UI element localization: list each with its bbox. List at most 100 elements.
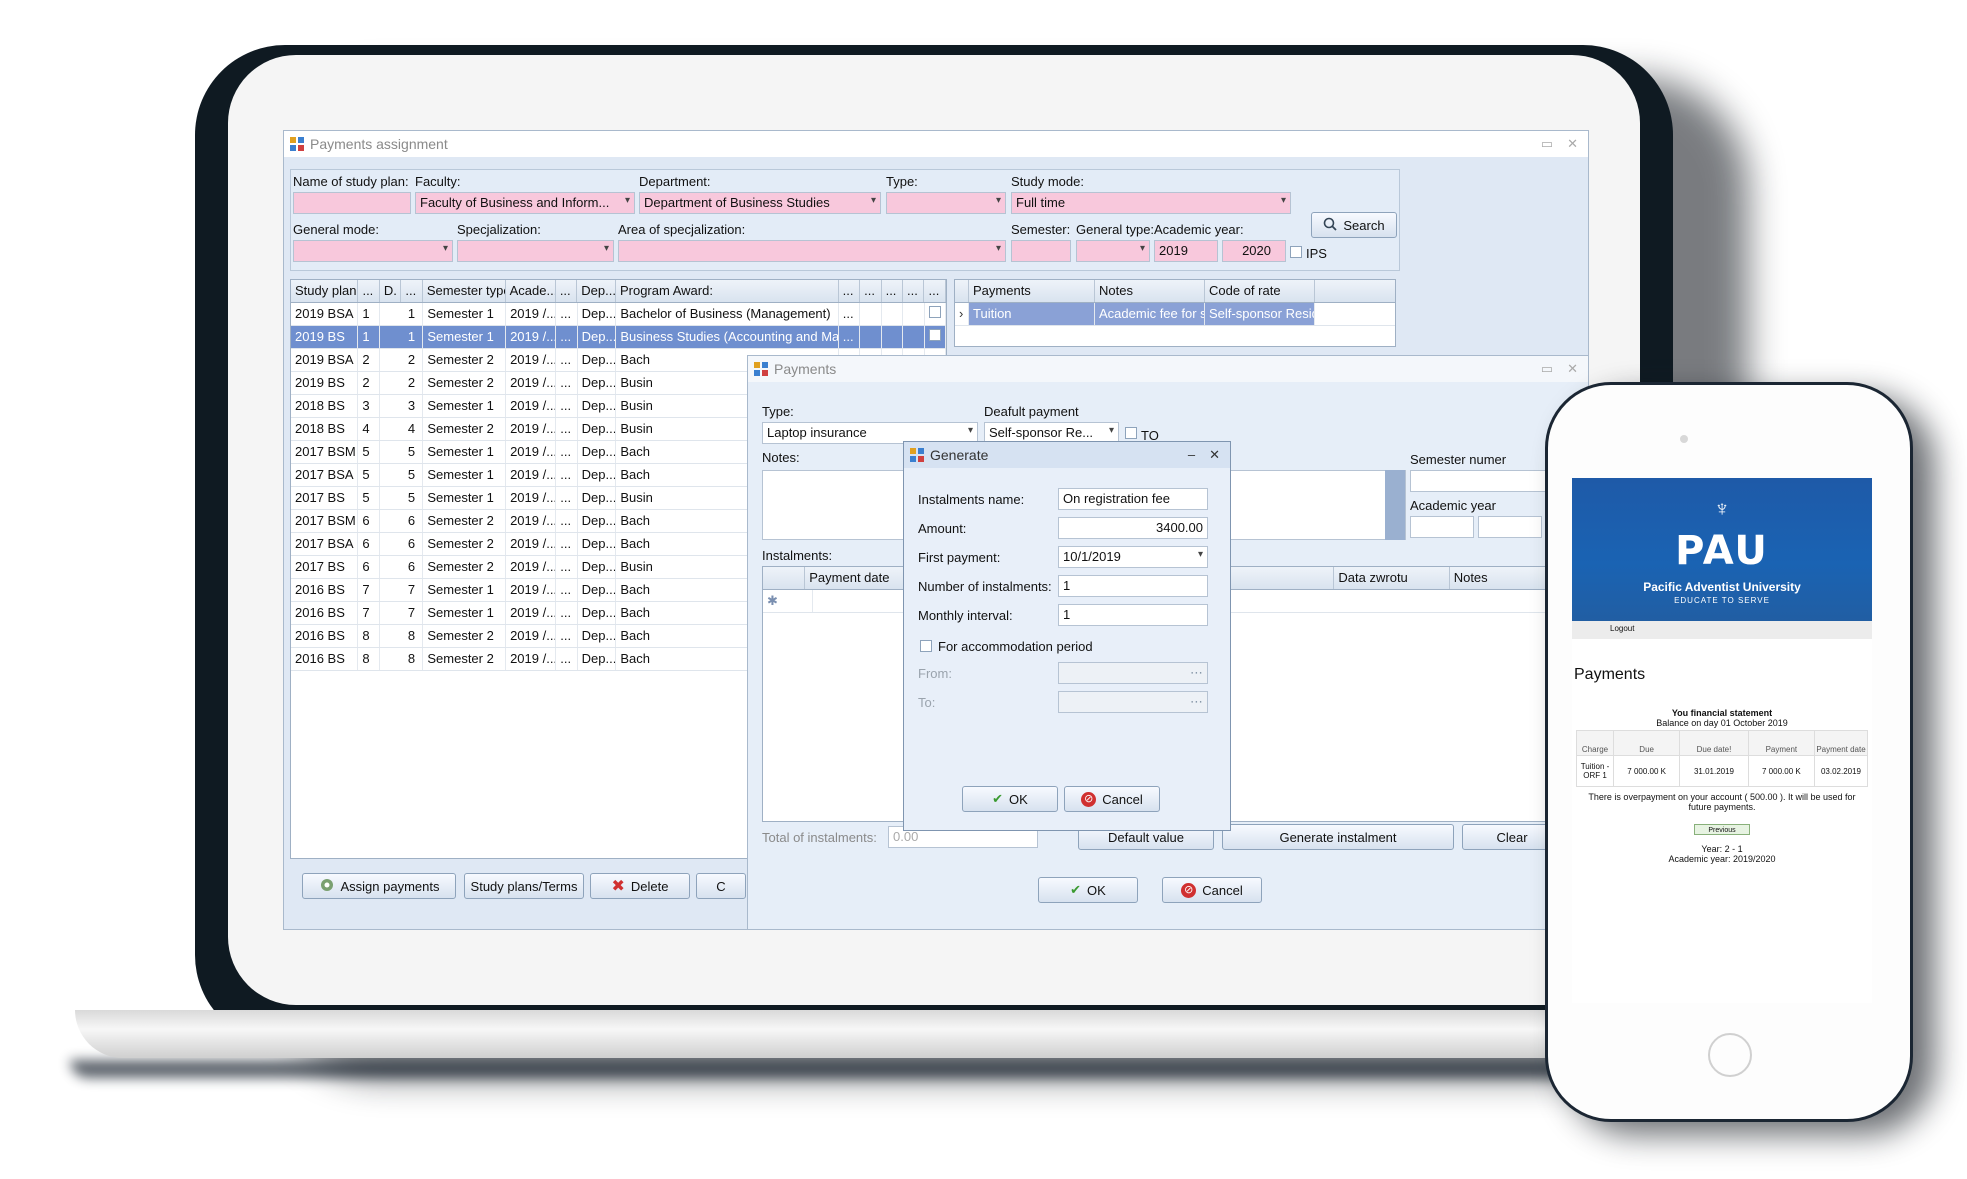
extra-button[interactable]: C <box>696 873 746 899</box>
column-header[interactable]: Study plan <box>291 280 359 302</box>
study-mode-select[interactable]: Full time <box>1011 192 1291 214</box>
table-cell: ... <box>839 303 861 325</box>
column-header[interactable]: ... <box>860 280 882 302</box>
semester-input[interactable] <box>1011 240 1071 262</box>
table-cell: Dep... <box>578 533 617 555</box>
type-select[interactable] <box>886 192 1006 214</box>
ok-button[interactable]: ✔ OK <box>1038 877 1138 903</box>
table-cell: 5 <box>380 487 424 509</box>
table-cell: 2019 /... <box>506 418 557 440</box>
close-icon[interactable]: ✕ <box>1209 447 1220 463</box>
generate-instalment-button[interactable]: Generate instalment <box>1222 824 1454 850</box>
study-plan-input[interactable] <box>293 192 411 214</box>
due-cell: 7 000.00 K <box>1612 755 1681 787</box>
table-cell: 2 <box>358 372 380 394</box>
general-type-select[interactable] <box>1076 240 1150 262</box>
table-row[interactable]: 2019 BS 1 1 Semester 1 2019 /...... Dep... Bus… <box>291 326 946 349</box>
accommodation-checkbox[interactable] <box>920 640 932 655</box>
row-checkbox[interactable] <box>928 329 941 341</box>
column-header[interactable]: Acade... <box>506 280 556 302</box>
table-row[interactable]: ›TuitionAcademic fee for s...Self-sponso… <box>955 303 1395 326</box>
table-cell: 2019 /... <box>506 395 557 417</box>
maximize-icon[interactable]: ▭ <box>1541 361 1553 377</box>
table-row[interactable]: 2019 BSA 1 1 Semester 1 2019 /...... Dep... Ba… <box>291 303 946 326</box>
table-cell: Semester 1 <box>423 441 507 463</box>
generate-ok-label: OK <box>1009 791 1028 807</box>
study-plans-terms-button[interactable]: Study plans/Terms <box>464 873 584 899</box>
close-icon[interactable]: ✕ <box>1567 136 1578 152</box>
university-motto: EDUCATE TO SERVE <box>1674 596 1770 605</box>
column-header[interactable]: D. <box>380 280 402 302</box>
amount-input[interactable]: 3400.00 <box>1058 517 1208 539</box>
delete-button[interactable]: ✖ Delete <box>590 873 690 899</box>
number-of-instalments-input[interactable]: 1 <box>1058 575 1208 597</box>
table-cell: 5 <box>358 487 380 509</box>
table-cell: 2017 BS <box>291 556 359 578</box>
first-payment-label: First payment: <box>918 550 1001 565</box>
column-header[interactable]: Code of rate <box>1205 280 1315 302</box>
monthly-interval-label: Monthly interval: <box>918 608 1013 623</box>
table-cell: Self-sponsor Reside... <box>1205 303 1315 325</box>
table-cell: 2019 /... <box>506 625 557 647</box>
column-header[interactable]: Notes <box>1095 280 1205 302</box>
ips-checkbox[interactable] <box>1290 246 1302 261</box>
table-cell: 2 <box>380 372 424 394</box>
column-header[interactable]: ... <box>556 280 578 302</box>
column-header[interactable]: Semester type <box>423 280 506 302</box>
column-header[interactable]: ... <box>358 280 380 302</box>
column-header[interactable]: ... <box>903 280 925 302</box>
column-header[interactable]: ... <box>401 280 423 302</box>
column-header[interactable]: ... <box>882 280 904 302</box>
column-header[interactable]: Dep... <box>577 280 616 302</box>
year-from-input[interactable]: 2019 <box>1154 240 1218 262</box>
academic-year-text: Academic year: 2019/2020 <box>1668 854 1776 864</box>
academic-year-to[interactable] <box>1478 516 1542 538</box>
column-header[interactable]: Program Award: <box>616 280 839 302</box>
close-icon[interactable]: ✕ <box>1567 361 1578 377</box>
phone-nav: Logout <box>1572 621 1872 639</box>
assign-payments-button[interactable]: Assign payments <box>302 873 456 899</box>
first-payment-date[interactable]: 10/1/2019 <box>1058 546 1208 568</box>
table-cell: Semester 1 <box>423 487 507 509</box>
year-text: Year: 2 - 1 <box>1701 844 1743 854</box>
previous-button[interactable]: Previous <box>1694 824 1750 835</box>
from-picker[interactable]: ⋯ <box>1058 662 1208 684</box>
maximize-icon[interactable]: ▭ <box>1541 136 1553 152</box>
department-select[interactable]: Department of Business Studies <box>639 192 881 214</box>
to-picker[interactable]: ⋯ <box>1058 691 1208 713</box>
column-header[interactable]: ... <box>924 280 946 302</box>
cancel-button[interactable]: ⊘ Cancel <box>1162 877 1262 903</box>
faculty-label: Faculty: <box>415 174 461 189</box>
total-label: Total of instalments: <box>762 830 877 845</box>
row-checkbox[interactable] <box>928 306 941 318</box>
table-cell: 2019 /... <box>506 487 557 509</box>
table-cell: 2019 /... <box>506 326 557 348</box>
table-cell: Semester 2 <box>423 372 507 394</box>
table-row: Tuition - ORF 1 7 000.00 K 31.01.2019 7 … <box>1576 755 1868 787</box>
search-button[interactable]: Search <box>1311 212 1397 238</box>
generate-cancel-button[interactable]: ⊘ Cancel <box>1064 786 1160 812</box>
logout-link[interactable]: Logout <box>1610 624 1634 633</box>
faculty-select[interactable]: Faculty of Business and Inform... <box>415 192 635 214</box>
year-to-input[interactable]: 2020 <box>1222 240 1286 262</box>
home-button[interactable] <box>1708 1033 1752 1077</box>
table-cell: Semester 1 <box>423 326 507 348</box>
notes-scrollbar[interactable] <box>1385 470 1405 540</box>
instalments-name-input[interactable]: On registration fee <box>1058 488 1208 510</box>
table-cell: Dep... <box>578 602 617 624</box>
column-header[interactable]: Payments <box>969 280 1095 302</box>
to-checkbox[interactable] <box>1125 427 1137 442</box>
data-zwrotu-column[interactable]: Data zwrotu <box>1334 567 1450 589</box>
generate-ok-button[interactable]: ✔ OK <box>962 786 1058 812</box>
specjalization-select[interactable] <box>457 240 614 262</box>
table-cell <box>882 326 904 348</box>
general-mode-select[interactable] <box>293 240 453 262</box>
minimize-icon[interactable]: – <box>1188 447 1195 463</box>
window-titlebar: Payments assignment ▭ ✕ <box>284 131 1588 157</box>
monthly-interval-input[interactable]: 1 <box>1058 604 1208 626</box>
semester-number-input[interactable] <box>1410 470 1558 492</box>
area-select[interactable] <box>618 240 1006 262</box>
academic-year-from[interactable] <box>1410 516 1474 538</box>
table-cell: ... <box>556 372 578 394</box>
column-header[interactable]: ... <box>839 280 861 302</box>
